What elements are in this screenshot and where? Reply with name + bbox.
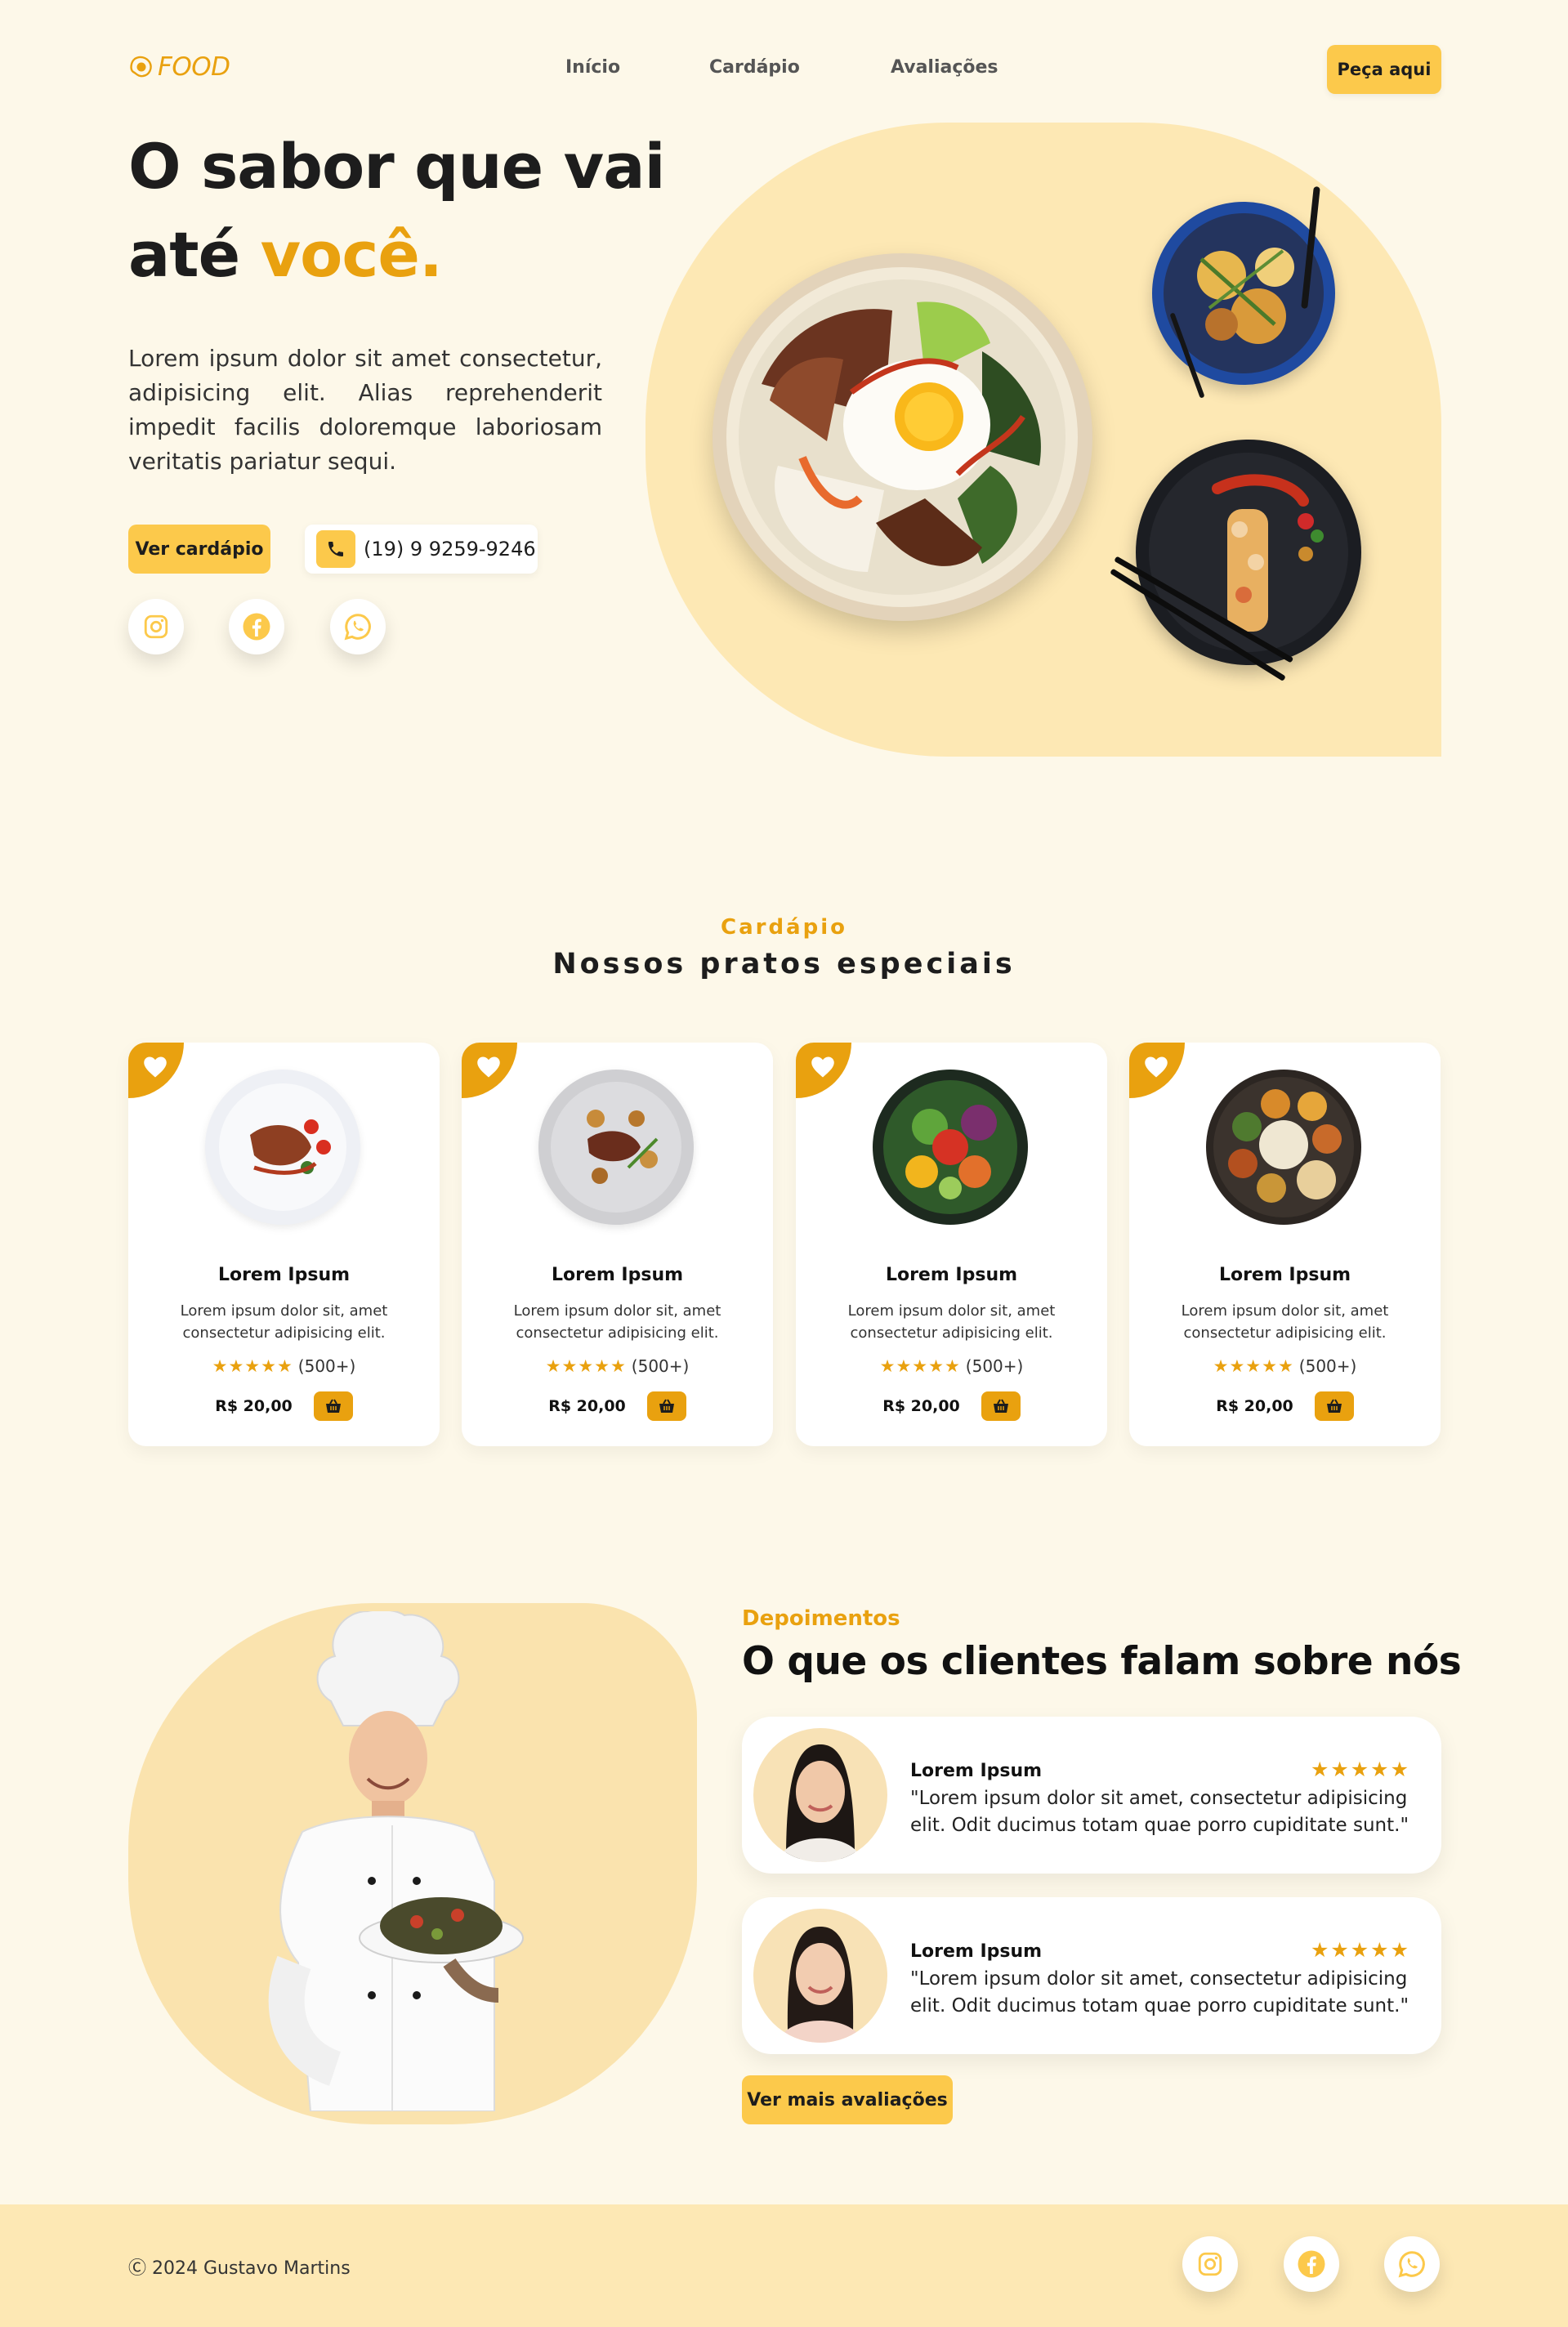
favorite-button[interactable]: [796, 1043, 851, 1098]
basket-icon: [993, 1399, 1008, 1413]
dish-title: Lorem Ipsum: [551, 1265, 684, 1285]
dish-description: Lorem ipsum dolor sit, amet consectetur …: [180, 1302, 388, 1342]
avatar: [753, 1909, 887, 2043]
add-to-cart-button[interactable]: [313, 1391, 353, 1421]
testimonials-title: O que os clientes falam sobre nós: [742, 1639, 1462, 1684]
favorite-button[interactable]: [128, 1043, 184, 1098]
dish-card: Lorem Ipsum Lorem ipsum dolor sit, amet …: [462, 1043, 773, 1446]
dish-image: [205, 1070, 360, 1225]
rating-count: (500+): [631, 1356, 690, 1376]
facebook-icon: [243, 613, 270, 641]
chef-image: [221, 1609, 596, 2112]
whatsapp-icon: [1398, 2251, 1425, 2278]
avatar: [753, 1728, 887, 1862]
facebook-icon: [1298, 2250, 1325, 2278]
dish-price-row: R$ 20,00: [796, 1391, 1107, 1421]
footer-instagram-button[interactable]: [1182, 2236, 1238, 2292]
heart-icon: [477, 1056, 500, 1078]
phone-number: (19) 9 9259-9246: [364, 538, 536, 561]
hero-title-line1: O sabor que vai: [128, 130, 666, 203]
bibimbap-bowl-image: [713, 253, 1092, 621]
logo-text: FOOD: [158, 52, 230, 82]
add-to-cart-button[interactable]: [646, 1391, 686, 1421]
hero-title: O sabor que vai até você.: [128, 123, 666, 299]
rating-count: (500+): [297, 1356, 356, 1376]
dish-description: Lorem ipsum dolor sit, amet consectetur …: [513, 1302, 721, 1342]
reviewer-name: Lorem Ipsum: [910, 1761, 1043, 1781]
basket-icon: [1326, 1399, 1342, 1413]
rating-stars: ★★★★★: [879, 1356, 961, 1376]
more-reviews-button[interactable]: Ver mais avaliações: [742, 2075, 953, 2124]
testimonials-subtitle: Depoimentos: [742, 1606, 900, 1631]
basket-icon: [659, 1399, 674, 1413]
whatsapp-button[interactable]: [330, 599, 386, 654]
view-menu-button[interactable]: Ver cardápio: [128, 525, 270, 574]
rating-stars: ★★★★★: [545, 1356, 627, 1376]
nav-avaliacoes[interactable]: Avaliações: [891, 57, 998, 78]
dish-card: Lorem Ipsum Lorem ipsum dolor sit, amet …: [1129, 1043, 1441, 1446]
dish-card: Lorem Ipsum Lorem ipsum dolor sit, amet …: [796, 1043, 1107, 1446]
heart-icon: [1145, 1056, 1168, 1078]
review-stars: ★★★★★: [1310, 1938, 1410, 1962]
dish-title: Lorem Ipsum: [217, 1265, 351, 1285]
dish-rating: ★★★★★ (500+): [796, 1356, 1107, 1376]
nav-cardapio[interactable]: Cardápio: [709, 57, 800, 78]
dish-price-row: R$ 20,00: [462, 1391, 773, 1421]
hero-title-accent: você.: [260, 218, 443, 291]
dish-description: Lorem ipsum dolor sit, amet consectetur …: [1181, 1302, 1389, 1342]
reviewer-name: Lorem Ipsum: [910, 1941, 1043, 1962]
dish-rating: ★★★★★ (500+): [462, 1356, 773, 1376]
footer-facebook-button[interactable]: [1284, 2236, 1339, 2292]
dish-price: R$ 20,00: [1216, 1397, 1293, 1415]
order-button[interactable]: Peça aqui: [1327, 45, 1441, 94]
review-card: Lorem Ipsum ★★★★★ "Lorem ipsum dolor sit…: [742, 1897, 1441, 2054]
dish-price: R$ 20,00: [548, 1397, 626, 1415]
dish-description: Lorem ipsum dolor sit, amet consectetur …: [847, 1302, 1056, 1342]
phone-icon: [316, 530, 355, 568]
nav-inicio[interactable]: Início: [565, 57, 620, 78]
add-to-cart-button[interactable]: [981, 1391, 1021, 1421]
review-text: "Lorem ipsum dolor sit amet, consectetur…: [910, 1968, 1409, 2017]
menu-section-title: Nossos pratos especiais: [552, 948, 1016, 980]
logo[interactable]: FOOD: [128, 52, 230, 82]
hero-title-prefix: até: [128, 218, 261, 291]
rating-count: (500+): [965, 1356, 1024, 1376]
dish-image: [873, 1070, 1028, 1225]
hero-title-line2: até você.: [128, 211, 665, 299]
instagram-icon: [144, 614, 168, 639]
dish-image: [1206, 1070, 1361, 1225]
rating-count: (500+): [1298, 1356, 1357, 1376]
review-text: "Lorem ipsum dolor sit amet, consectetur…: [910, 1788, 1409, 1836]
dish-price-row: R$ 20,00: [128, 1391, 440, 1421]
whatsapp-icon: [344, 614, 371, 641]
dish-title: Lorem Ipsum: [885, 1265, 1018, 1285]
dish-title: Lorem Ipsum: [1218, 1265, 1351, 1285]
facebook-button[interactable]: [229, 599, 284, 654]
favorite-button[interactable]: [1129, 1043, 1185, 1098]
footer-whatsapp-button[interactable]: [1384, 2236, 1440, 2292]
rating-stars: ★★★★★: [212, 1356, 293, 1376]
dish-image: [538, 1070, 694, 1225]
basket-icon: [325, 1399, 341, 1413]
instagram-button[interactable]: [128, 599, 184, 654]
dish-rating: ★★★★★ (500+): [128, 1356, 440, 1376]
hero-description: Lorem ipsum dolor sit amet consectetur, …: [128, 345, 602, 475]
instagram-icon: [1198, 2252, 1222, 2276]
favorite-button[interactable]: [462, 1043, 517, 1098]
dish-card: Lorem Ipsum Lorem ipsum dolor sit, amet …: [128, 1043, 440, 1446]
phone-contact[interactable]: (19) 9 9259-9246: [305, 525, 538, 574]
add-to-cart-button[interactable]: [1314, 1391, 1354, 1421]
egg-logo-icon: [130, 56, 152, 78]
copyright: Ⓒ 2024 Gustavo Martins: [128, 2258, 351, 2279]
review-stars: ★★★★★: [1310, 1758, 1410, 1781]
rating-stars: ★★★★★: [1213, 1356, 1294, 1376]
dish-rating: ★★★★★ (500+): [1129, 1356, 1441, 1376]
menu-section-subtitle: Cardápio: [721, 915, 847, 940]
heart-icon: [811, 1056, 834, 1078]
dish-price-row: R$ 20,00: [1129, 1391, 1441, 1421]
dish-price: R$ 20,00: [215, 1397, 293, 1415]
heart-icon: [144, 1056, 167, 1078]
review-card: Lorem Ipsum ★★★★★ "Lorem ipsum dolor sit…: [742, 1717, 1441, 1874]
dish-price: R$ 20,00: [882, 1397, 960, 1415]
